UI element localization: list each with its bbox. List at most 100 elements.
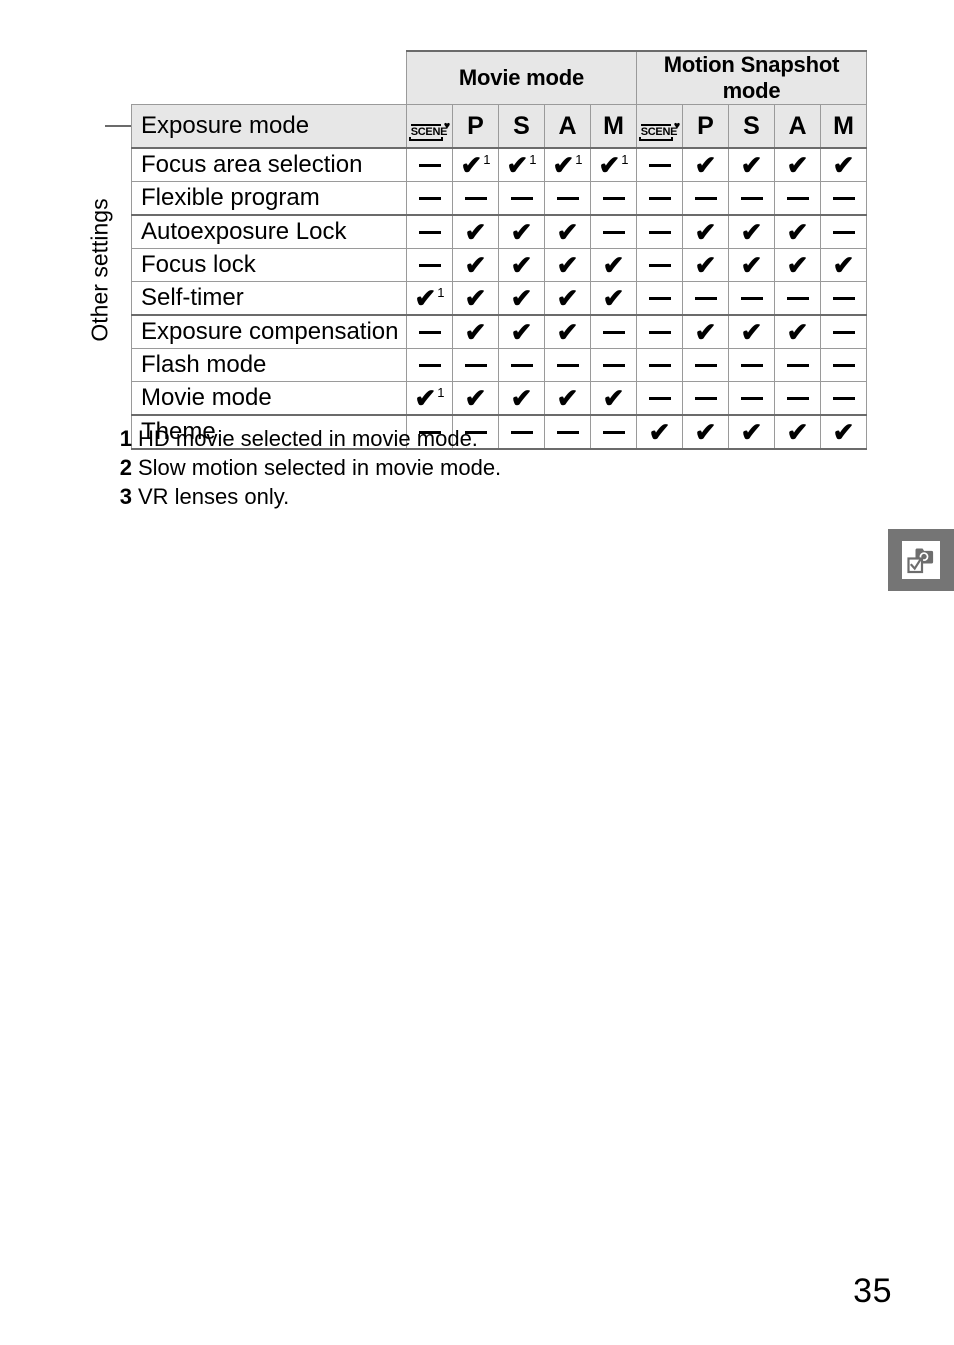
check-icon: ✔ [464, 382, 487, 413]
cell-movie-scene [406, 147, 453, 182]
dash-icon [832, 397, 855, 400]
dash-icon [648, 364, 671, 367]
footnote-ref: 1 [621, 151, 629, 167]
cell-movie-scene [406, 314, 453, 349]
dash-icon [602, 331, 625, 334]
cell-movie-p: ✔ [452, 314, 499, 349]
cell-snap-a [774, 281, 821, 316]
dash-icon [556, 431, 579, 434]
cell-movie-m: ✔ [590, 381, 637, 416]
cell-movie-p [452, 348, 499, 382]
check-icon: ✔ [786, 216, 809, 247]
check-icon: ✔ [832, 249, 855, 280]
table-row: Self-timer ✔1 ✔ ✔ ✔ ✔ [131, 281, 867, 316]
cell-movie-s: ✔ [498, 314, 545, 349]
check-icon: ✔ [740, 416, 763, 447]
cell-snap-p [682, 381, 729, 416]
cell-snap-a [774, 348, 821, 382]
cell-movie-s [498, 414, 545, 450]
dash-icon [694, 297, 717, 300]
dash-icon [510, 431, 533, 434]
row-label: Exposure compensation [131, 314, 407, 349]
cell-snap-m: ✔ [820, 248, 867, 282]
dash-icon [648, 331, 671, 334]
scene-heart-icon: SCENE ♥ [638, 120, 680, 141]
cell-snap-scene [636, 381, 683, 416]
cell-snap-a: ✔ [774, 248, 821, 282]
cell-movie-a [544, 181, 591, 216]
check-icon: ✔ [414, 282, 437, 313]
cell-snap-s: ✔ [728, 147, 775, 182]
cell-movie-a: ✔ [544, 381, 591, 416]
cell-snap-scene [636, 214, 683, 249]
row-label: Flexible program [131, 181, 407, 216]
dash-icon [602, 431, 625, 434]
cell-snap-m [820, 314, 867, 349]
cell-movie-m: ✔ [590, 281, 637, 316]
row-label: Flash mode [131, 348, 407, 382]
dash-icon [464, 364, 487, 367]
footnote-ref: 1 [575, 151, 583, 167]
section-label: Other settings [86, 198, 113, 342]
cell-snap-m [820, 214, 867, 249]
cell-snap-scene: ✔ [636, 414, 683, 450]
cell-snap-scene [636, 314, 683, 349]
col-header-movie-m: M [590, 104, 637, 149]
footnote-item: 3 VR lenses only. [110, 482, 501, 511]
document-page: Other settings Movie mode Motion Snapsho… [0, 0, 954, 1345]
group-header-motion-snapshot-mode: Motion Snapshot mode [636, 50, 867, 105]
cell-snap-p: ✔ [682, 214, 729, 249]
dash-icon [418, 231, 441, 234]
table-row: Focus area selection ✔1 ✔1 ✔1 ✔1 ✔ ✔ ✔ ✔ [131, 147, 867, 182]
cell-snap-m [820, 181, 867, 216]
cell-snap-a: ✔ [774, 147, 821, 182]
footnote-text: HD movie selected in movie mode. [138, 426, 478, 451]
dash-icon [694, 364, 717, 367]
footnote-text: VR lenses only. [138, 484, 290, 509]
table-row: Flexible program [131, 181, 867, 216]
check-icon: ✔ [602, 382, 625, 413]
cell-movie-a: ✔ [544, 248, 591, 282]
group-header-movie-mode: Movie mode [406, 50, 637, 105]
check-icon: ✔ [510, 382, 533, 413]
col-header-snap-p: P [682, 104, 729, 149]
cell-snap-p [682, 348, 729, 382]
cell-snap-s [728, 281, 775, 316]
dash-icon [786, 197, 809, 200]
dash-icon [648, 397, 671, 400]
col-header-movie-p: P [452, 104, 499, 149]
cell-movie-m [590, 414, 637, 450]
check-icon: ✔ [740, 149, 763, 180]
cell-snap-p [682, 281, 729, 316]
dash-icon [418, 364, 441, 367]
dash-icon [648, 231, 671, 234]
dash-icon [464, 197, 487, 200]
cell-movie-m [590, 214, 637, 249]
table-corner-label: Exposure mode [131, 104, 407, 149]
check-icon: ✔ [464, 249, 487, 280]
dash-icon [648, 197, 671, 200]
check-icon: ✔ [602, 249, 625, 280]
cell-movie-p [452, 181, 499, 216]
cell-snap-m [820, 348, 867, 382]
dash-icon [510, 364, 533, 367]
check-icon: ✔ [414, 382, 437, 413]
check-icon: ✔ [648, 416, 671, 447]
row-label: Focus area selection [131, 147, 407, 182]
footnote-list: 1 HD movie selected in movie mode. 2 Slow … [110, 424, 501, 511]
dash-icon [648, 297, 671, 300]
col-header-movie-s: S [498, 104, 545, 149]
cell-movie-p: ✔1 [452, 147, 499, 182]
table-group-header-row: Movie mode Motion Snapshot mode [131, 50, 867, 105]
dash-icon [602, 197, 625, 200]
cell-snap-m: ✔ [820, 414, 867, 450]
check-icon: ✔ [510, 316, 533, 347]
cell-movie-s: ✔ [498, 214, 545, 249]
check-icon: ✔ [464, 216, 487, 247]
check-icon: ✔ [694, 149, 717, 180]
cell-snap-p: ✔ [682, 248, 729, 282]
row-label: Movie mode [131, 381, 407, 416]
cell-movie-s: ✔ [498, 248, 545, 282]
check-icon: ✔ [556, 316, 579, 347]
cell-snap-scene [636, 147, 683, 182]
